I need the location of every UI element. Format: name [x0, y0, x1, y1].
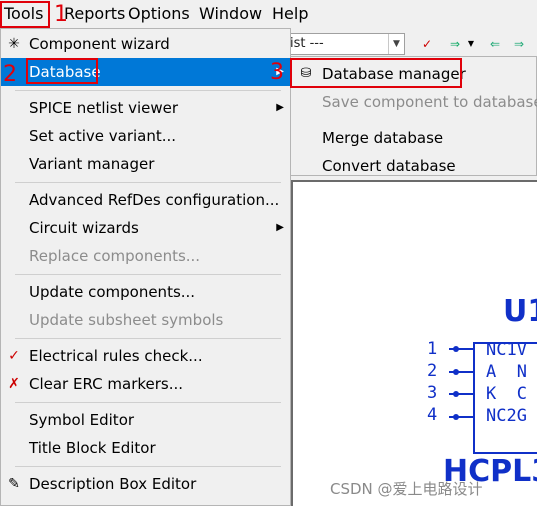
pin-name: K C	[486, 384, 527, 404]
submenu-item-label: Convert database	[322, 157, 456, 175]
menu-options-label: Options	[128, 4, 190, 23]
menu-item-variant-manager[interactable]: Variant manager	[1, 150, 290, 178]
menu-item-advanced-refdes[interactable]: Advanced RefDes configuration...	[1, 186, 290, 214]
component-refdes: U1	[503, 294, 537, 329]
menu-item-label: Update components...	[29, 283, 196, 301]
menu-item-component-wizard[interactable]: ✳ Component wizard	[1, 30, 290, 58]
pin-name: NC2G	[486, 406, 527, 426]
menu-item-update-subsheet-symbols: Update subsheet symbols	[1, 306, 290, 334]
pin-name: A N	[486, 362, 527, 382]
menu-help-label: Help	[272, 4, 309, 23]
submenu-item-convert-database[interactable]: Convert database	[291, 152, 537, 180]
transfer-icon[interactable]: ⇒	[447, 36, 463, 52]
pin-dot	[453, 346, 459, 352]
submenu-item-label: Save component to database...	[322, 93, 537, 111]
pin-number: 3	[427, 383, 438, 403]
menu-bar: Tools Reports Options Window Help	[0, 0, 537, 28]
menu-item-replace-components: Replace components...	[1, 242, 290, 270]
schematic-component[interactable]: U1 1 NC1V 2 A N 3 K C 4 NC2G HCPL3	[291, 180, 537, 506]
menu-item-label: Title Block Editor	[29, 439, 156, 457]
tools-dropdown-menu: ✳ Component wizard Database ▶ SPICE netl…	[0, 28, 291, 506]
in-use-list-combo[interactable]: ist --- ▼	[283, 33, 405, 55]
pin-dot	[453, 369, 459, 375]
menu-item-clear-erc-markers[interactable]: ✗ Clear ERC markers...	[1, 370, 290, 398]
menu-item-description-box-editor[interactable]: ✎ Description Box Editor	[1, 470, 290, 498]
menu-window[interactable]: Window	[197, 4, 264, 26]
menu-item-symbol-editor[interactable]: Symbol Editor	[1, 406, 290, 434]
submenu-arrow-icon: ▶	[276, 102, 284, 113]
clear-erc-icon: ✗	[8, 376, 20, 392]
menu-item-electrical-rules-check[interactable]: ✓ Electrical rules check...	[1, 342, 290, 370]
menu-item-label: SPICE netlist viewer	[29, 99, 179, 117]
pin-dot	[453, 391, 459, 397]
menu-item-label: Replace components...	[29, 247, 201, 265]
menu-separator	[15, 338, 281, 339]
pin-name: NC1V	[486, 340, 527, 360]
menu-item-label: Description Box Editor	[29, 475, 197, 493]
menu-item-label: Clear ERC markers...	[29, 375, 184, 393]
menu-item-spice-netlist-viewer[interactable]: SPICE netlist viewer ▶	[1, 94, 290, 122]
menu-item-label: Symbol Editor	[29, 411, 135, 429]
pin-number: 1	[427, 339, 438, 359]
annotation-step-2: 2	[3, 62, 17, 87]
pin-number: 4	[427, 405, 438, 425]
submenu-item-merge-database[interactable]: Merge database	[291, 124, 537, 152]
back-annotate-icon[interactable]: ⇐	[487, 36, 503, 52]
menu-separator	[15, 466, 281, 467]
menu-window-label: Window	[199, 4, 263, 23]
menu-item-label: Circuit wizards	[29, 219, 139, 237]
pin-dot	[453, 414, 459, 420]
component-wizard-icon: ✳	[8, 36, 20, 52]
menu-item-label: Update subsheet symbols	[29, 311, 224, 329]
menu-separator	[15, 90, 281, 91]
menu-reports-label: Reports	[64, 4, 126, 23]
menu-item-label: Advanced RefDes configuration...	[29, 191, 280, 209]
description-box-icon: ✎	[8, 476, 20, 492]
menu-separator	[15, 402, 281, 403]
menu-item-circuit-wizards[interactable]: Circuit wizards ▶	[1, 214, 290, 242]
menu-item-update-components[interactable]: Update components...	[1, 278, 290, 306]
annotation-box-database	[26, 58, 98, 84]
forward-annotate-icon[interactable]: ⇒	[511, 36, 527, 52]
erc-check-icon: ✓	[8, 348, 20, 364]
watermark: CSDN @爱上电路设计	[330, 480, 483, 498]
pin-number: 2	[427, 361, 438, 381]
menu-item-title-block-editor[interactable]: Title Block Editor	[1, 434, 290, 462]
menu-item-label: Variant manager	[29, 155, 155, 173]
submenu-item-save-component-to-database: Save component to database...	[291, 88, 537, 116]
chevron-down-icon[interactable]: ▼	[463, 36, 479, 52]
menu-item-label: Component wizard	[29, 35, 170, 53]
annotation-box-tools	[0, 1, 50, 28]
in-use-list-value: ist ---	[290, 36, 324, 51]
menu-separator	[15, 182, 281, 183]
menu-help[interactable]: Help	[270, 4, 310, 26]
menu-reports[interactable]: Reports	[62, 4, 127, 26]
menu-item-label: Electrical rules check...	[29, 347, 203, 365]
erc-check-icon[interactable]: ✓	[419, 36, 435, 52]
menu-options[interactable]: Options	[126, 4, 192, 26]
annotation-step-1: 1	[54, 2, 68, 27]
submenu-arrow-icon: ▶	[276, 222, 284, 233]
menu-item-label: Set active variant...	[29, 127, 177, 145]
menu-separator	[15, 274, 281, 275]
annotation-box-database-manager	[290, 58, 462, 88]
chevron-down-icon[interactable]: ▼	[388, 34, 404, 54]
menu-item-set-active-variant[interactable]: Set active variant...	[1, 122, 290, 150]
submenu-item-label: Merge database	[322, 129, 444, 147]
annotation-step-3: 3	[270, 60, 284, 85]
